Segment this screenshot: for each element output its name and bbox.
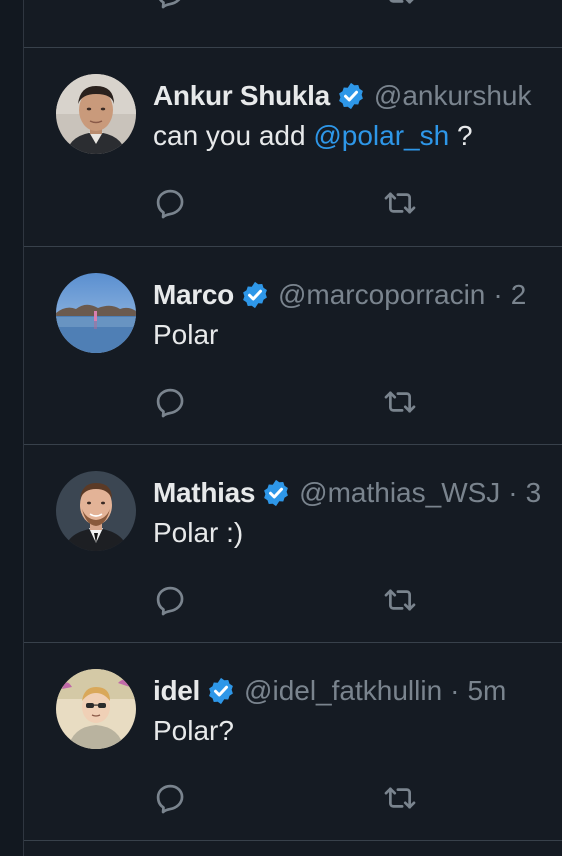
avatar[interactable] [56,471,136,551]
handle[interactable]: @idel_fatkhullin [244,675,442,707]
tweet-previous[interactable] [24,0,562,48]
tweet-actions [153,781,553,815]
timeline[interactable]: Ankur Shukla @ankurshuk can you add @pol… [24,0,562,856]
display-name[interactable]: idel [153,675,200,707]
retweet-icon[interactable] [383,781,417,815]
separator: · [450,675,460,706]
display-name[interactable]: Ankur Shukla [153,80,330,112]
separator: · [508,477,518,508]
verified-badge-icon[interactable] [206,676,236,706]
reply-icon[interactable] [153,385,187,419]
avatar[interactable] [56,273,136,353]
handle[interactable]: @ankurshuk [374,80,532,112]
tweet[interactable]: Marco @marcoporracin · 2 Polar [24,247,562,445]
tweet-text: Polar :) [153,517,244,548]
tweet-text: Polar? [153,715,234,746]
handle[interactable]: @mathias_WSJ [299,477,500,509]
verified-badge-icon[interactable] [240,280,270,310]
verified-badge-icon[interactable] [261,478,291,508]
tweet-header: idel @idel_fatkhullin · 5m [153,673,506,709]
tweet-header: Marco @marcoporracin · 2 [153,277,526,313]
left-border [0,0,24,856]
mention-link[interactable]: @polar_sh [313,120,449,151]
tweet-actions [153,0,553,10]
reply-icon[interactable] [153,0,187,10]
handle[interactable]: @marcoporracin [278,279,485,311]
separator: · [493,279,503,310]
retweet-icon[interactable] [383,385,417,419]
tweet-header: Mathias @mathias_WSJ · 3 [153,475,541,511]
tweet-actions [153,583,553,617]
timestamp[interactable]: 2 [511,279,527,311]
avatar[interactable] [56,74,136,154]
display-name[interactable]: Mathias [153,477,255,509]
tweet-text-part: can you add [153,120,314,151]
retweet-icon[interactable] [383,0,417,10]
display-name[interactable]: Marco [153,279,234,311]
timestamp[interactable]: 3 [526,477,542,509]
tweet-text: can you add @polar_sh ? [153,120,473,152]
tweet-text: Polar [153,319,219,350]
tweet-actions [153,186,553,220]
reply-icon[interactable] [153,583,187,617]
tweet[interactable]: idel @idel_fatkhullin · 5m Polar? [24,643,562,841]
retweet-icon[interactable] [383,186,417,220]
avatar[interactable] [56,669,136,749]
reply-icon[interactable] [153,186,187,220]
tweet[interactable]: Mathias @mathias_WSJ · 3 Polar :) [24,445,562,643]
retweet-icon[interactable] [383,583,417,617]
timestamp[interactable]: 5m [467,675,506,707]
tweet-header: Ankur Shukla @ankurshuk [153,78,532,114]
reply-icon[interactable] [153,781,187,815]
tweet-text-part: ? [449,120,473,151]
tweet-actions [153,385,553,419]
tweet[interactable]: Ankur Shukla @ankurshuk can you add @pol… [24,48,562,247]
verified-badge-icon[interactable] [336,81,366,111]
